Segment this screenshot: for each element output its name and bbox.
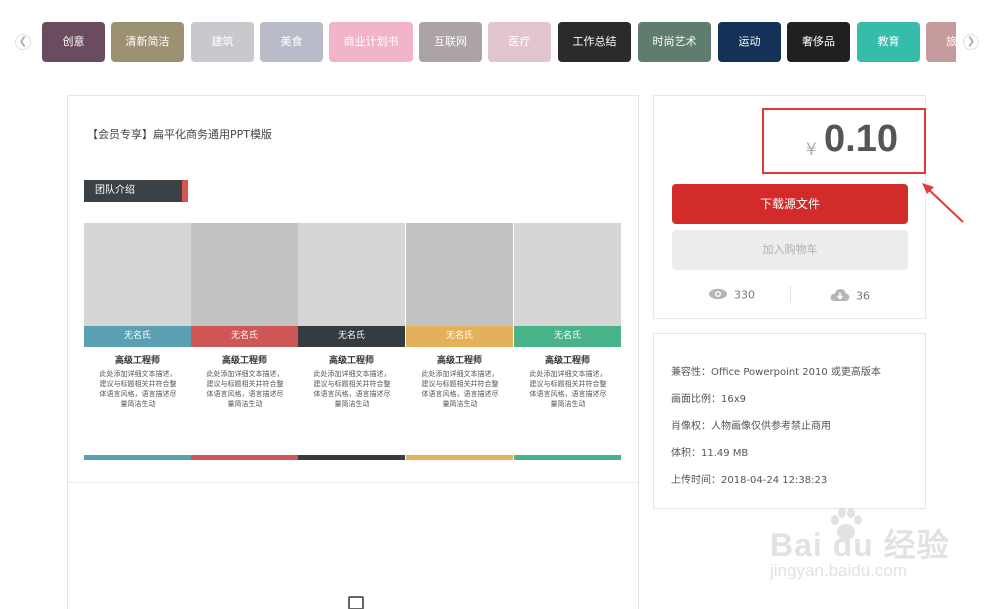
download-button[interactable]: 下载源文件	[672, 184, 908, 224]
view-count: 330	[708, 288, 755, 303]
add-to-cart-button[interactable]: 加入购物车	[672, 230, 908, 270]
watermark-url: jingyan.baidu.com	[770, 561, 908, 580]
member-desc: 此处添加详细文本描述，建议与标题相关并符合整体语言风格，语言描述尽量简洁生动	[99, 370, 177, 408]
view-count-value: 330	[734, 288, 755, 302]
category-chip[interactable]: 创意	[42, 22, 105, 62]
info-size: 体积：11.49 MB	[671, 448, 749, 459]
file-info-card: 兼容性：Office Powerpoint 2010 或更高版本 画面比例：16…	[653, 333, 926, 509]
member-photo	[514, 223, 621, 326]
price-value: 0.10	[824, 118, 898, 160]
info-upload-time: 上传时间：2018-04-24 12:38:23	[671, 475, 828, 486]
category-chip[interactable]: 医疗	[488, 22, 551, 62]
member-photo	[406, 223, 513, 326]
member-photo	[84, 223, 191, 326]
category-chip[interactable]: 互联网	[419, 22, 482, 62]
cloud-download-icon	[830, 288, 850, 305]
member-photo	[191, 223, 298, 326]
baidu-watermark: Bai du 经验 jingyan.baidu.com	[770, 505, 980, 595]
category-strip: 创意 清新简洁 建筑 美食 商业计划书 互联网 医疗 工作总结 时尚艺术 运动 …	[42, 22, 956, 62]
member-name: 无名氏	[406, 326, 513, 347]
download-count-value: 36	[856, 289, 870, 303]
download-count: 36	[830, 288, 870, 305]
member-desc: 此处添加详细文本描述，建议与标题相关并符合整体语言风格，语言描述尽量简洁生动	[421, 370, 499, 408]
currency-symbol: ¥	[806, 140, 817, 160]
category-chip[interactable]: 时尚艺术	[638, 22, 711, 62]
category-chip[interactable]: 教育	[857, 22, 920, 62]
member-role: 高级工程师	[544, 356, 590, 366]
section-label-accent	[182, 180, 188, 202]
member-card: 无名氏 高级工程师 此处添加详细文本描述，建议与标题相关并符合整体语言风格，语言…	[514, 223, 621, 463]
category-bar: ❮ 创意 清新简洁 建筑 美食 商业计划书 互联网 医疗 工作总结 时尚艺术 运…	[0, 0, 1000, 85]
member-name: 无名氏	[298, 326, 405, 347]
member-bar	[514, 455, 621, 460]
annotation-arrow-icon	[922, 183, 964, 223]
category-chip[interactable]: 清新简洁	[111, 22, 184, 62]
member-role: 高级工程师	[328, 356, 374, 366]
purchase-card: ¥ 0.10 下载源文件 加入购物车 330 36	[653, 95, 926, 319]
member-name: 无名氏	[84, 326, 191, 347]
section-label: 团队介绍	[84, 180, 188, 202]
category-chip[interactable]: 商业计划书	[329, 22, 413, 62]
member-name: 无名氏	[191, 326, 298, 347]
stat-separator	[790, 286, 791, 302]
watermark-brand: Bai du 经验	[770, 527, 950, 563]
member-desc: 此处添加详细文本描述，建议与标题相关并符合整体语言风格，语言描述尽量简洁生动	[313, 370, 391, 408]
category-chip[interactable]: 建筑	[191, 22, 254, 62]
eye-icon	[708, 288, 728, 303]
category-chip[interactable]: 旅	[926, 22, 956, 62]
member-role: 高级工程师	[114, 356, 160, 366]
info-compat: 兼容性：Office Powerpoint 2010 或更高版本	[671, 367, 881, 378]
member-card: 无名氏 高级工程师 此处添加详细文本描述，建议与标题相关并符合整体语言风格，语言…	[406, 223, 513, 463]
member-role: 高级工程师	[221, 356, 267, 366]
member-bar	[84, 455, 191, 460]
member-bar	[191, 455, 298, 460]
member-card: 无名氏 高级工程师 此处添加详细文本描述，建议与标题相关并符合整体语言风格，语言…	[84, 223, 191, 463]
member-name: 无名氏	[514, 326, 621, 347]
slide-preview[interactable]: 团队介绍 无名氏 高级工程师 此处添加详细文本描述，建议与标题相关并符合整体语言…	[84, 180, 621, 465]
scroll-right-icon[interactable]: ❯	[963, 34, 979, 50]
member-photo	[298, 223, 405, 326]
category-chip[interactable]: 工作总结	[558, 22, 631, 62]
template-icon	[348, 596, 364, 609]
category-chip[interactable]: 美食	[260, 22, 323, 62]
member-desc: 此处添加详细文本描述，建议与标题相关并符合整体语言风格，语言描述尽量简洁生动	[206, 370, 284, 408]
member-desc: 此处添加详细文本描述，建议与标题相关并符合整体语言风格，语言描述尽量简洁生动	[529, 370, 607, 408]
member-bar	[406, 455, 513, 460]
member-card: 无名氏 高级工程师 此处添加详细文本描述，建议与标题相关并符合整体语言风格，语言…	[191, 223, 298, 463]
member-card: 无名氏 高级工程师 此处添加详细文本描述，建议与标题相关并符合整体语言风格，语言…	[298, 223, 405, 463]
member-role: 高级工程师	[436, 356, 482, 366]
scroll-left-icon[interactable]: ❮	[15, 34, 31, 50]
category-chip[interactable]: 运动	[718, 22, 781, 62]
template-title: 【会员专享】扁平化商务通用PPT模版	[87, 128, 272, 141]
member-bar	[298, 455, 405, 460]
info-portrait: 肖像权：人物画像仅供参考禁止商用	[671, 421, 831, 432]
info-ratio: 画面比例：16x9	[671, 394, 747, 405]
category-chip[interactable]: 奢侈品	[787, 22, 850, 62]
divider	[68, 482, 638, 483]
